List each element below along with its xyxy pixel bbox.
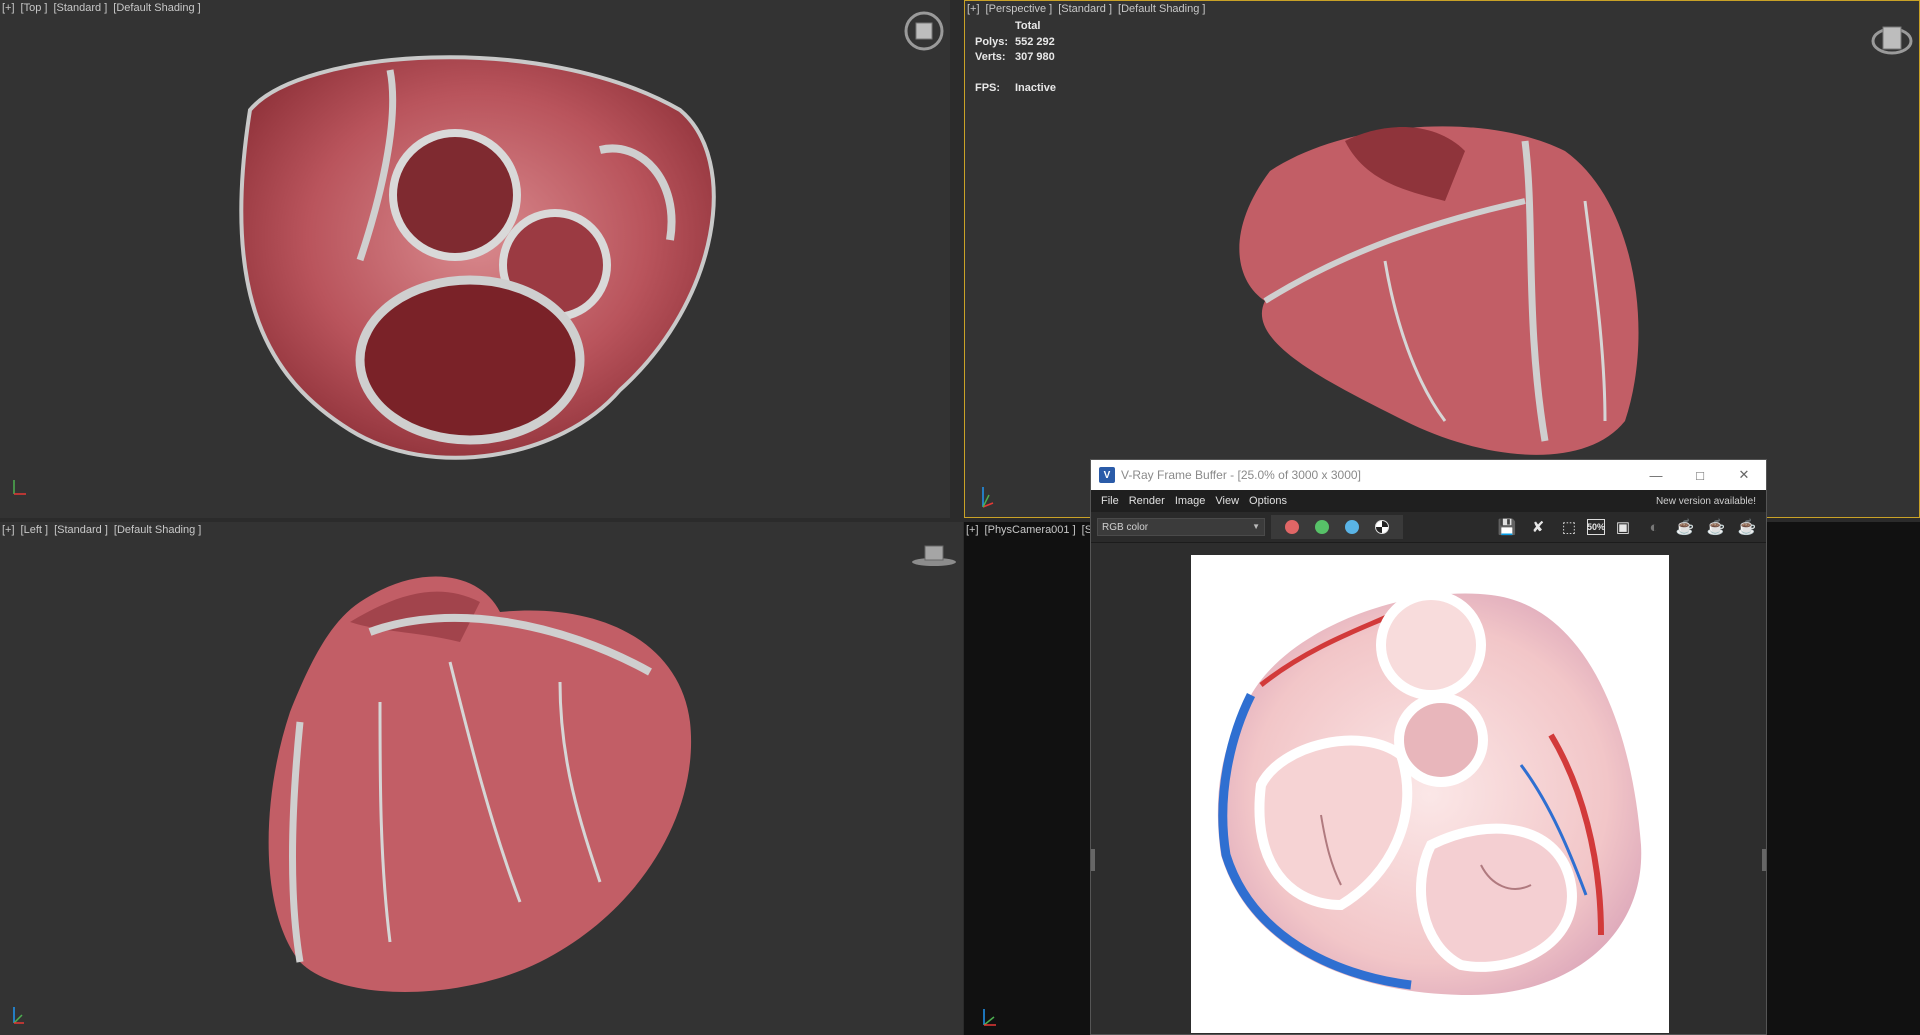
red-channel-toggle[interactable] bbox=[1285, 520, 1299, 534]
vray-logo-icon: V bbox=[1099, 467, 1115, 483]
axis-gizmo-icon bbox=[977, 481, 997, 513]
menu-file[interactable]: File bbox=[1101, 495, 1119, 507]
color-channel-toggles bbox=[1271, 515, 1403, 539]
viewport-left[interactable]: [+] [Left ] [Standard ] [Default Shading ] bbox=[0, 522, 963, 1035]
viewport-label[interactable]: [+] [PhysCamera001 ] [St bbox=[966, 524, 1101, 536]
render-canvas[interactable] bbox=[1091, 544, 1766, 1034]
menu-bar: File Render Image View Options New versi… bbox=[1091, 490, 1766, 512]
axis-gizmo-icon bbox=[978, 1005, 1000, 1031]
menu-image[interactable]: Image bbox=[1175, 495, 1206, 507]
minimize-button[interactable]: — bbox=[1634, 460, 1678, 490]
region-select-icon[interactable]: ⬚ bbox=[1556, 515, 1582, 539]
heart-model-left bbox=[268, 576, 692, 992]
left-panel-handle[interactable] bbox=[1091, 849, 1095, 871]
render-last-icon[interactable]: ☕ bbox=[1734, 515, 1760, 539]
green-channel-toggle[interactable] bbox=[1315, 520, 1329, 534]
viewcube-icon[interactable] bbox=[1871, 19, 1913, 61]
maximize-button[interactable]: □ bbox=[1678, 460, 1722, 490]
render-teapot-icon[interactable]: ☕ bbox=[1672, 515, 1698, 539]
right-panel-handle[interactable] bbox=[1762, 849, 1766, 871]
window-title-bar[interactable]: V V-Ray Frame Buffer - [25.0% of 3000 x … bbox=[1091, 460, 1766, 490]
toolbar-tools: 💾 ✘ ⬚ 50% ▣ ◐ ☕ ☕ ☕ bbox=[1489, 515, 1760, 539]
axis-gizmo-icon bbox=[10, 476, 30, 500]
render-channel-value: RGB color bbox=[1102, 521, 1149, 533]
heart-render-illustration bbox=[1217, 590, 1642, 995]
menu-view[interactable]: View bbox=[1215, 495, 1239, 507]
clear-image-icon[interactable]: ✘ bbox=[1525, 515, 1551, 539]
viewport-perspective[interactable]: [+] [Perspective ] [Standard ] [Default Sha… bbox=[964, 0, 1920, 518]
zoom-50-icon[interactable]: 50% bbox=[1587, 519, 1605, 535]
menu-render[interactable]: Render bbox=[1129, 495, 1165, 507]
rendered-image bbox=[1191, 555, 1669, 1033]
toolbar: RGB color ▼ 💾 ✘ ⬚ 50% ▣ ◐ ☕ ☕ ☕ bbox=[1091, 512, 1766, 543]
viewport-top[interactable]: [+] [Top ] [Standard ] [Default Shading ] bbox=[0, 0, 950, 518]
chevron-down-icon: ▼ bbox=[1252, 522, 1260, 531]
max-workspace: [+] [Top ] [Standard ] [Default Shading ] bbox=[0, 0, 1920, 1035]
blue-channel-toggle[interactable] bbox=[1345, 520, 1359, 534]
menu-options[interactable]: Options bbox=[1249, 495, 1287, 507]
save-image-icon[interactable]: 💾 bbox=[1494, 515, 1520, 539]
viewcube-icon[interactable] bbox=[911, 542, 956, 584]
stop-render-icon[interactable]: ◐ bbox=[1641, 515, 1667, 539]
interactive-render-icon[interactable]: ☕ bbox=[1703, 515, 1729, 539]
track-mouse-icon[interactable]: ▣ bbox=[1610, 515, 1636, 539]
viewport-plus-menu[interactable]: [+] bbox=[966, 524, 979, 536]
close-button[interactable]: ✕ bbox=[1722, 460, 1766, 490]
update-notice-link[interactable]: New version available! bbox=[1656, 496, 1756, 507]
window-title: V-Ray Frame Buffer - [25.0% of 3000 x 30… bbox=[1121, 468, 1361, 482]
viewcube-icon[interactable] bbox=[903, 10, 945, 52]
heart-model-perspective bbox=[1239, 126, 1639, 455]
viewport-view-menu[interactable]: [PhysCamera001 ] bbox=[985, 524, 1076, 536]
heart-model-top bbox=[239, 55, 716, 460]
axis-gizmo-icon bbox=[8, 1003, 28, 1029]
vray-frame-buffer-window[interactable]: V V-Ray Frame Buffer - [25.0% of 3000 x … bbox=[1090, 459, 1767, 1035]
render-channel-dropdown[interactable]: RGB color ▼ bbox=[1097, 518, 1265, 536]
alpha-channel-toggle[interactable] bbox=[1375, 520, 1389, 534]
